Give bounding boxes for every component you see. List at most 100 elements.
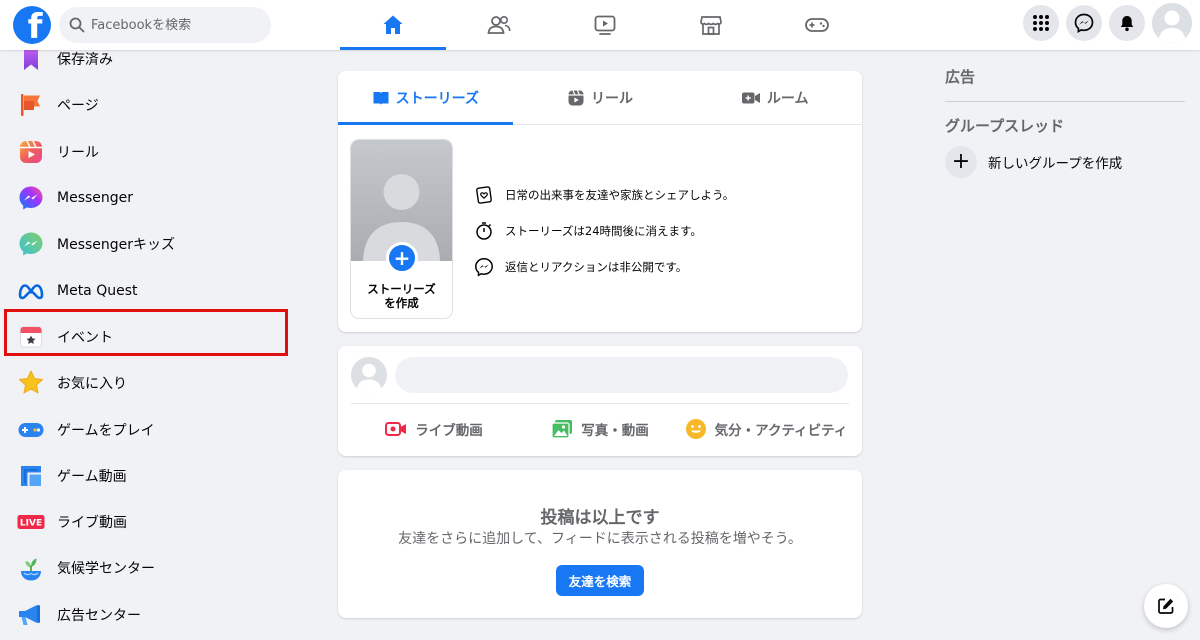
- sidebar-item-label: ゲームをプレイ: [57, 422, 155, 439]
- reels-icon: [568, 89, 584, 105]
- info-row-private: 返信とリアクションは非公開です。: [473, 249, 734, 285]
- tab-watch[interactable]: [552, 0, 658, 50]
- sidebar-item-play-games[interactable]: ゲームをプレイ: [0, 406, 300, 452]
- climate-center-icon: [17, 554, 45, 582]
- tab-rooms[interactable]: ルーム: [687, 71, 862, 124]
- search-box[interactable]: [59, 7, 271, 43]
- sidebar-item-reels[interactable]: リール: [0, 129, 300, 175]
- book-icon: [373, 91, 389, 105]
- meta-quest-icon: [17, 277, 45, 305]
- messenger-outline-icon: [473, 256, 495, 278]
- info-row-timer: ストーリーズは24時間後に消えます。: [473, 213, 734, 249]
- sidebar-item-messenger[interactable]: Messenger: [0, 175, 300, 221]
- default-avatar-icon: [351, 357, 387, 393]
- marketplace-icon: [700, 16, 722, 35]
- ads-heading: 広告: [945, 68, 976, 86]
- notifications-icon: [1120, 16, 1134, 32]
- messenger-button[interactable]: [1066, 5, 1102, 41]
- sidebar-item-meta-quest[interactable]: Meta Quest: [0, 267, 300, 313]
- info-text: ストーリーズは24時間後に消えます。: [505, 224, 702, 238]
- tab-reels[interactable]: リール: [513, 71, 688, 124]
- sidebar-item-label: ページ: [57, 98, 99, 115]
- sidebar-item-label: ライブ動画: [57, 515, 127, 532]
- add-story-plus-icon[interactable]: +: [386, 242, 418, 274]
- story-tabs: ストーリーズ リール ルーム: [338, 71, 862, 125]
- sidebar-item-label: Meta Quest: [57, 282, 138, 299]
- sidebar-item-messenger-kids[interactable]: Messengerキッズ: [0, 221, 300, 267]
- sidebar-item-label: Messenger: [57, 190, 134, 207]
- messenger-kids-icon: [17, 230, 45, 258]
- sidebar-item-climate-center[interactable]: 気候学センター: [0, 545, 300, 591]
- pages-icon: [17, 91, 45, 119]
- create-new-group-label: 新しいグループを作成: [988, 156, 1123, 172]
- end-of-feed-title: 投稿は以上です: [540, 508, 660, 528]
- messenger-icon: [17, 184, 45, 212]
- info-text: 返信とリアクションは非公開です。: [505, 260, 688, 274]
- sidebar-item-events[interactable]: イベント: [0, 314, 300, 360]
- notifications-button[interactable]: [1109, 5, 1145, 41]
- timer-icon: [473, 220, 495, 242]
- composer-avatar[interactable]: [351, 357, 387, 393]
- sidebar-item-label: ゲーム動画: [57, 468, 127, 485]
- sidebar-item-pages[interactable]: ページ: [0, 82, 300, 128]
- smiley-icon: [685, 419, 706, 439]
- create-story-card[interactable]: ストーリーズ を作成 +: [351, 140, 452, 318]
- post-composer-card: ライブ動画 写真・動画 気分・アクティビティ: [338, 346, 862, 456]
- action-label: ライブ動画: [415, 423, 483, 439]
- end-of-feed-card: 投稿は以上です 友達をさらに追加して、フィードに表示される投稿を増やそう。 友達…: [338, 470, 862, 618]
- new-message-button[interactable]: [1144, 584, 1188, 628]
- find-friends-button[interactable]: 友達を検索: [556, 565, 644, 596]
- sidebar-item-label: 広告センター: [57, 607, 141, 624]
- sidebar-item-live-video[interactable]: LIVE ライブ動画: [0, 499, 300, 545]
- watch-icon: [594, 15, 616, 35]
- tab-label: ストーリーズ: [395, 90, 479, 107]
- tab-label: ルーム: [766, 90, 809, 107]
- profile-avatar[interactable]: [1152, 3, 1192, 43]
- photo-heart-icon: [473, 184, 495, 206]
- events-icon: [17, 323, 45, 351]
- sidebar-item-label: イベント: [57, 329, 113, 346]
- tab-label: リール: [591, 90, 633, 107]
- top-right-controls: [1023, 3, 1192, 43]
- right-column: 広告 グループスレッド + 新しいグループを作成: [945, 66, 1185, 178]
- video-camera-icon: [741, 92, 760, 103]
- stories-card: ストーリーズ リール ルーム ストーリーズ を作成 + 日常の出来事を友達や家族と…: [338, 71, 862, 332]
- tab-gaming[interactable]: [764, 0, 870, 50]
- story-info-list: 日常の出来事を友達や家族とシェアしよう。 ストーリーズは24時間後に消えます。 …: [473, 177, 734, 285]
- live-video-button[interactable]: ライブ動画: [351, 410, 517, 448]
- info-row-share: 日常の出来事を友達や家族とシェアしよう。: [473, 177, 734, 213]
- tab-stories[interactable]: ストーリーズ: [338, 71, 513, 125]
- tab-marketplace[interactable]: [658, 0, 764, 50]
- action-label: 気分・アクティビティ: [714, 423, 848, 439]
- home-icon: [383, 15, 403, 34]
- post-composer-input[interactable]: [395, 357, 848, 393]
- end-of-feed-subtitle: 友達をさらに追加して、フィードに表示される投稿を増やそう。: [398, 531, 802, 547]
- photo-video-button[interactable]: 写真・動画: [517, 410, 683, 448]
- sidebar-item-gaming-video[interactable]: ゲーム動画: [0, 453, 300, 499]
- sidebar-item-label: お気に入り: [57, 376, 127, 393]
- sidebar-item-favorites[interactable]: お気に入り: [0, 360, 300, 406]
- favorites-icon: [17, 369, 45, 397]
- live-video-icon: LIVE: [17, 508, 45, 536]
- search-input[interactable]: [91, 17, 261, 33]
- create-new-group-button[interactable]: + 新しいグループを作成: [945, 146, 1185, 178]
- default-avatar-icon: [1152, 3, 1192, 43]
- tab-friends[interactable]: [446, 0, 552, 50]
- create-story-line2: を作成: [384, 296, 419, 310]
- group-threads-heading: グループスレッド: [945, 117, 1065, 135]
- info-text: 日常の出来事を友達や家族とシェアしよう。: [505, 188, 735, 202]
- ad-center-icon: [17, 601, 45, 629]
- friends-icon: [487, 15, 511, 34]
- facebook-logo[interactable]: f: [13, 6, 51, 44]
- gaming-video-icon: [17, 462, 45, 490]
- create-story-line1: ストーリーズ: [367, 282, 436, 296]
- sidebar-item-label: 保存済み: [57, 52, 113, 69]
- reels-icon: [17, 138, 45, 166]
- main-nav-tabs: [340, 0, 870, 50]
- menu-button[interactable]: [1023, 5, 1059, 41]
- sidebar-item-label: Messengerキッズ: [57, 237, 176, 254]
- sidebar-item-ad-center[interactable]: 広告センター: [0, 592, 300, 638]
- photo-icon: [551, 420, 573, 439]
- tab-home[interactable]: [340, 0, 446, 50]
- feeling-activity-button[interactable]: 気分・アクティビティ: [683, 410, 849, 448]
